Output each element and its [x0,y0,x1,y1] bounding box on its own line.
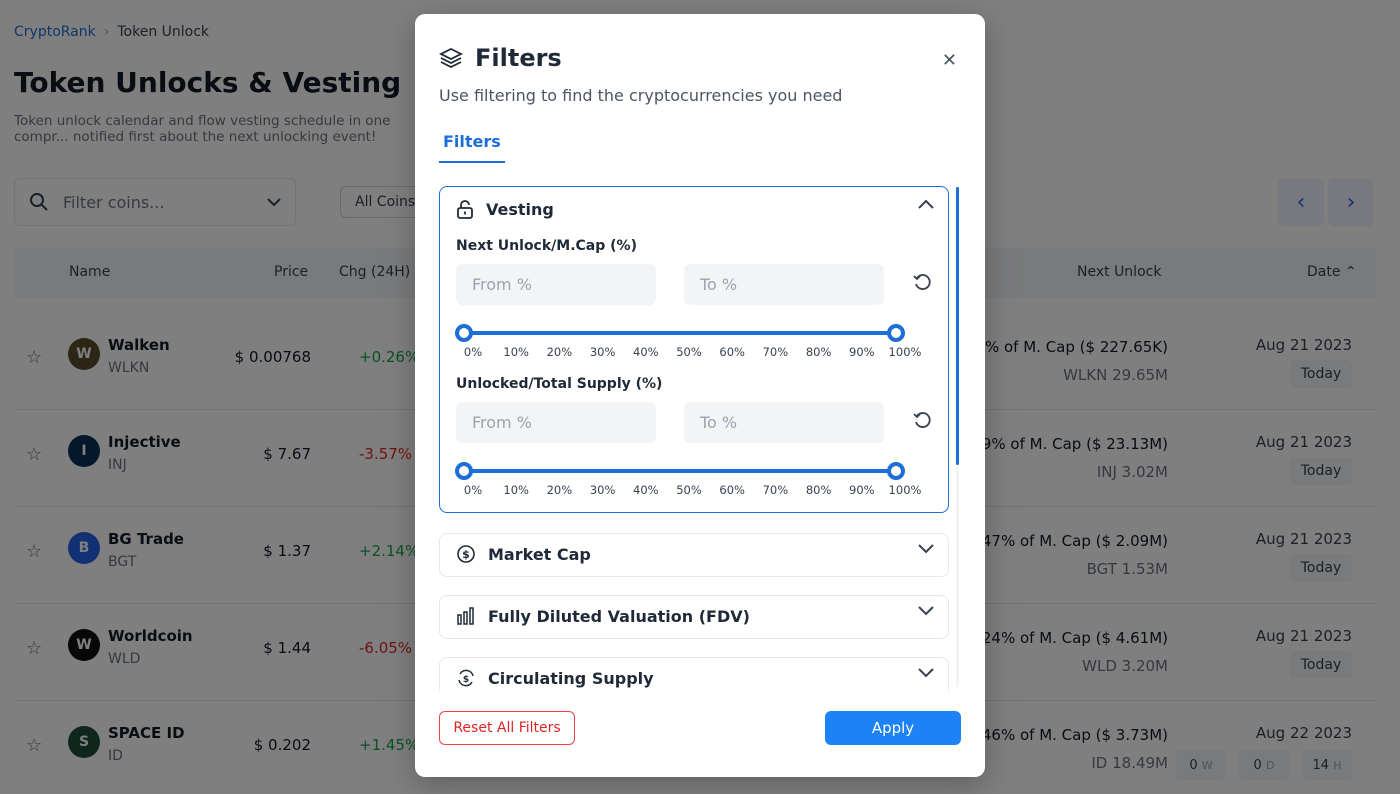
chevron-up-icon[interactable] [918,199,934,209]
vesting-header[interactable]: Vesting [456,199,554,219]
slider-tick-label: 80% [805,345,832,359]
slider-tick-label: 90% [849,345,875,359]
slider-tick-label: 30% [589,483,616,497]
next-unlock-from-input[interactable] [456,264,656,305]
svg-text:$: $ [463,675,469,685]
market-cap-header: $ Market Cap [456,544,591,564]
modal-title: Filters [475,44,562,72]
slider-tick-label: 0% [463,483,483,497]
slider-tick-label: 40% [633,483,659,497]
next-unlock-slider[interactable] [455,324,905,342]
modal-header: Filters [439,44,562,72]
slider-tick-label: 70% [762,483,789,497]
slider-tick-label: 0% [463,345,483,359]
slider-tick-label: 50% [676,483,702,497]
fdv-section[interactable]: Fully Diluted Valuation (FDV) [439,595,949,639]
close-icon[interactable]: ✕ [942,50,957,71]
vesting-section: Vesting Next Unlock/M.Cap (%) 0% 10% 20% 30… [439,186,949,513]
lock-open-icon [456,199,474,219]
reset-all-filters-button[interactable]: Reset All Filters [439,711,575,745]
slider-tick-label: 60% [719,345,745,359]
circulating-supply-section[interactable]: $ Circulating Supply [439,657,949,691]
circulating-header: $ Circulating Supply [456,668,654,688]
next-unlock-to-input[interactable] [684,264,884,305]
slider-tick-label: 40% [633,345,659,359]
slider-tick-label: 100% [888,345,922,359]
slider-min-handle[interactable] [455,324,473,342]
fdv-title: Fully Diluted Valuation (FDV) [488,606,750,626]
apply-button[interactable]: Apply [825,711,961,745]
circulating-title: Circulating Supply [488,668,654,688]
market-cap-title: Market Cap [488,544,591,564]
slider-tick-label: 90% [849,483,875,497]
slider-tick-label: 100% [888,483,922,497]
slider-tick-label: 30% [589,345,616,359]
fdv-header: Fully Diluted Valuation (FDV) [456,606,750,626]
modal-footer: Reset All Filters Apply [439,711,961,747]
layers-icon [439,46,463,70]
dollar-refresh-icon: $ [456,668,476,688]
filters-modal: Filters ✕ Use filtering to find the cryp… [415,14,985,777]
unlocked-from-input[interactable] [456,402,656,443]
bar-chart-icon [456,606,476,626]
filters-scroll-area: Vesting Next Unlock/M.Cap (%) 0% 10% 20% 30… [439,186,959,691]
svg-text:$: $ [462,548,470,561]
slider-tick-label: 20% [546,483,573,497]
slider-tick-label: 60% [719,483,745,497]
dollar-circle-icon: $ [456,544,476,564]
chevron-down-icon [918,668,934,678]
market-cap-section[interactable]: $ Market Cap [439,533,949,577]
unlocked-supply-label: Unlocked/Total Supply (%) [456,376,663,392]
unlocked-to-input[interactable] [684,402,884,443]
reset-range-icon[interactable] [912,409,934,431]
reset-range-icon[interactable] [912,271,934,293]
unlocked-supply-slider[interactable] [455,462,905,480]
chevron-down-icon [918,544,934,554]
slider-tick-label: 80% [805,483,832,497]
next-unlock-label: Next Unlock/M.Cap (%) [456,238,637,254]
slider-max-handle[interactable] [887,462,905,480]
modal-description: Use filtering to find the cryptocurrenci… [439,86,843,105]
vesting-title: Vesting [486,199,554,219]
slider-tick-label: 50% [676,345,702,359]
slider-tick-label: 20% [546,345,573,359]
slider-tick-label: 70% [762,345,789,359]
slider-tick-label: 10% [503,345,529,359]
slider-tick-label: 10% [503,483,529,497]
slider-min-handle[interactable] [455,462,473,480]
slider-max-handle[interactable] [887,324,905,342]
chevron-down-icon [918,606,934,616]
tab-filters[interactable]: Filters [439,132,505,163]
